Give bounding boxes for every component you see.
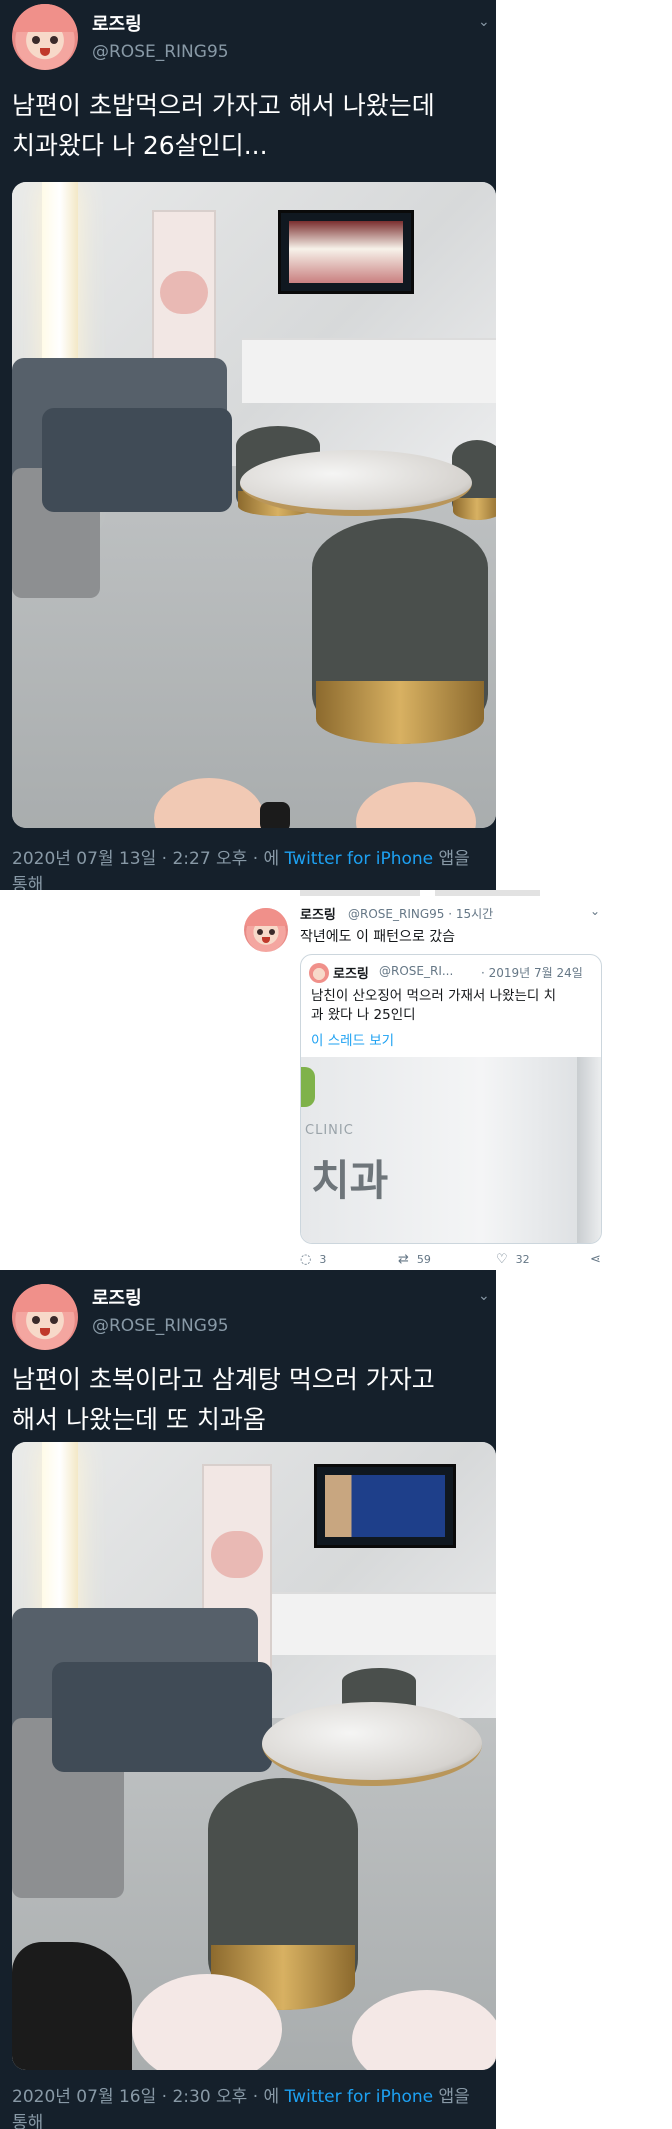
- reply-count: 3: [319, 1253, 327, 1266]
- like-count: 32: [515, 1253, 530, 1266]
- reply-button[interactable]: ◌ 3: [300, 1252, 326, 1267]
- tweet-photo[interactable]: [12, 1442, 496, 2070]
- timestamp[interactable]: 2020년 07월 13일 · 2:27 오후 · 에: [12, 849, 285, 869]
- quoted-user-handle: @ROSE_RI...: [379, 964, 454, 978]
- display-name[interactable]: 로즈링: [92, 1284, 142, 1310]
- share-button[interactable]: ⋖: [590, 1252, 609, 1267]
- avatar: [309, 963, 329, 983]
- quoted-text-line: 과 왔다 나 25인디: [311, 1007, 416, 1023]
- display-name[interactable]: 로즈링: [92, 10, 142, 36]
- tweet-text-line: 남편이 초복이라고 삼계탕 먹으러 가자고: [12, 1365, 435, 1394]
- quoted-text: 남친이 산오징어 먹으러 가재서 나왔는디 치 과 왔다 나 25인디: [311, 987, 593, 1025]
- source-app-link[interactable]: Twitter for iPhone: [285, 849, 434, 869]
- clinic-sign-korean: 치과: [311, 1156, 389, 1205]
- quoted-text-line: 남친이 산오징어 먹으러 가재서 나왔는디 치: [311, 988, 557, 1004]
- tweet-card: 로즈링 @ROSE_RING95 ⌄ 남편이 초밥먹으러 가자고 해서 나왔는데…: [0, 0, 496, 895]
- like-button[interactable]: ♡ 32: [496, 1252, 530, 1267]
- retweet-count: 59: [416, 1253, 431, 1266]
- quoted-photo[interactable]: CLINIC 치과: [301, 1057, 601, 1243]
- tweet-text-line: 치과왔다 나 26살인디...: [12, 131, 268, 160]
- tweet-text: 작년에도 이 패턴으로 갔슴: [300, 929, 456, 945]
- quoted-display-name: 로즈링: [333, 967, 369, 982]
- heart-icon: ♡: [496, 1252, 508, 1267]
- tweet-card: 로즈링 @ROSE_RING95 ⌄ 남편이 초복이라고 삼계탕 먹으러 가자고…: [0, 1270, 496, 2129]
- tweet-text: 남편이 초복이라고 삼계탕 먹으러 가자고 해서 나왔는데 또 치과옴: [12, 1360, 490, 1440]
- user-handle[interactable]: @ROSE_RING95: [92, 1316, 229, 1336]
- tweet-photo[interactable]: [12, 182, 496, 828]
- clinic-sign-text: CLINIC: [305, 1123, 354, 1138]
- tweet-card: 로즈링 @ROSE_RING95 · 15시간 ⌄ 작년에도 이 패턴으로 갔슴…: [0, 890, 672, 1270]
- meta-suffix: 앱을: [433, 849, 470, 869]
- meta-line: 통해: [12, 2113, 44, 2129]
- user-handle[interactable]: @ROSE_RING95 · 15시간: [348, 905, 493, 922]
- show-thread-link[interactable]: 이 스레드 보기: [311, 1029, 394, 1049]
- timestamp[interactable]: 2020년 07월 16일 · 2:30 오후 · 에: [12, 2087, 285, 2107]
- meta-suffix: 앱을: [433, 2087, 470, 2107]
- user-handle[interactable]: @ROSE_RING95: [92, 42, 229, 62]
- avatar[interactable]: [12, 1284, 78, 1350]
- display-name[interactable]: 로즈링: [300, 904, 336, 923]
- chevron-down-icon[interactable]: ⌄: [590, 904, 600, 918]
- avatar[interactable]: [12, 4, 78, 70]
- reply-icon: ◌: [300, 1252, 312, 1267]
- quoted-date: · 2019년 7월 24일: [481, 966, 583, 980]
- tweet-meta: 2020년 07월 16일 · 2:30 오후 · 에 Twitter for …: [12, 2084, 496, 2129]
- avatar[interactable]: [244, 908, 288, 952]
- tweet-text-line: 남편이 초밥먹으러 가자고 해서 나왔는데: [12, 91, 435, 120]
- quoted-tweet[interactable]: 로즈링 @ROSE_RI... · 2019년 7월 24일 남친이 산오징어 …: [300, 954, 602, 1244]
- tweet-text-line: 해서 나왔는데 또 치과옴: [12, 1405, 266, 1434]
- share-icon: ⋖: [590, 1252, 601, 1267]
- retweet-button[interactable]: ⇄ 59: [398, 1252, 431, 1267]
- source-app-link[interactable]: Twitter for iPhone: [285, 2087, 434, 2107]
- tweet-actions: ◌ 3 ⇄ 59 ♡ 32 ⋖: [300, 1252, 610, 1270]
- chevron-down-icon[interactable]: ⌄: [478, 1288, 490, 1304]
- chevron-down-icon[interactable]: ⌄: [478, 14, 490, 30]
- retweet-icon: ⇄: [398, 1252, 409, 1267]
- tweet-text: 남편이 초밥먹으러 가자고 해서 나왔는데 치과왔다 나 26살인디...: [12, 86, 490, 166]
